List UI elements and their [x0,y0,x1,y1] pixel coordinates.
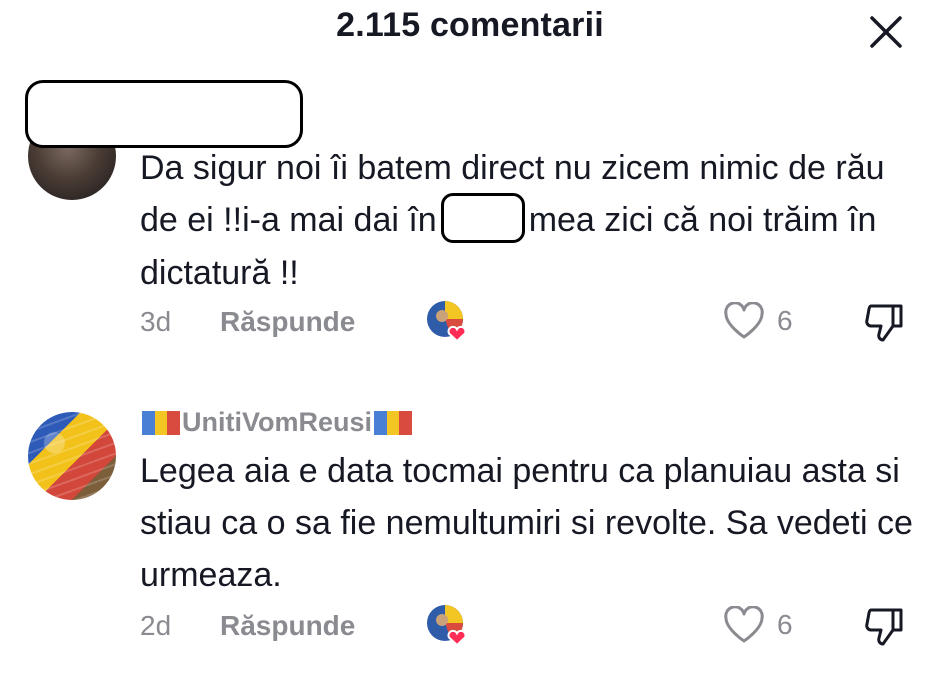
comment-meta: 2d Răspunde [140,606,355,646]
reply-button[interactable]: Răspunde [220,306,355,338]
heart-outline-icon [724,606,764,643]
close-button[interactable] [866,12,906,52]
comment-text: Da sigur noi îi batem direct nu zicem ni… [140,142,920,299]
avatar[interactable] [28,412,116,500]
creator-reaction [425,299,471,345]
comment-time: 3d [140,306,172,337]
heart-outline-icon [724,302,764,339]
comment-time: 2d [140,610,172,641]
romania-flag-icon [142,410,181,435]
close-icon [870,16,902,48]
comment-text: Legea aia e data tocmai pentru ca planui… [140,452,913,594]
like-count: 6 [777,609,793,640]
thumbs-down-icon [865,608,903,646]
creator-reaction [425,603,471,649]
comment-username[interactable]: UnitiVomReusi [140,407,414,438]
redacted-username-box [25,80,303,148]
reply-button[interactable]: Răspunde [220,610,355,642]
like-button[interactable]: 6 [723,302,793,340]
avatar-heart-icon [427,605,467,647]
dislike-button[interactable] [863,604,907,648]
thumbs-down-icon [865,304,903,342]
dislike-button[interactable] [863,300,907,344]
comment-meta: 3d Răspunde [140,302,355,342]
romania-flag-icon [374,410,413,435]
comments-count-title: 2.115 comentarii [336,6,604,44]
redacted-word-box [440,193,525,244]
username-label: UnitiVomReusi [182,407,373,437]
like-button[interactable]: 6 [723,606,793,644]
like-count: 6 [777,305,793,336]
avatar-heart-icon [427,301,467,343]
